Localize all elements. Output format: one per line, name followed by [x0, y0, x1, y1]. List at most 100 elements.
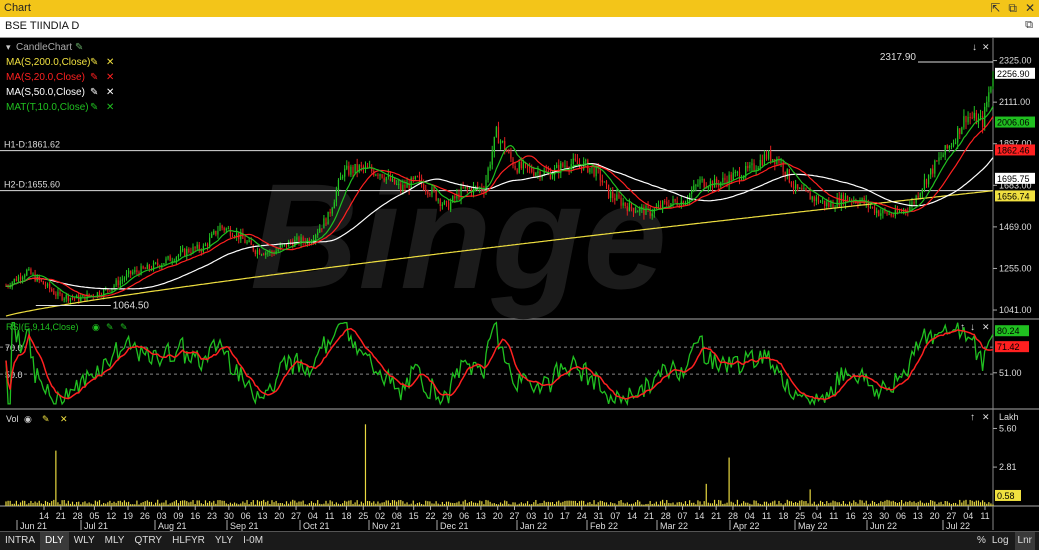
hline-label: H2-D:1655.60 [4, 180, 60, 190]
candle-body [562, 163, 564, 167]
candle-body [971, 117, 973, 119]
restore-icon[interactable]: ⇱ [990, 0, 1000, 17]
panel-move-down-icon: ↓ [972, 42, 977, 53]
candle-body [620, 197, 622, 206]
candle-body [190, 252, 192, 254]
x-day-label: 04 [812, 511, 822, 521]
x-day-label: 29 [442, 511, 452, 521]
candle-body [815, 197, 818, 202]
candle-body [491, 151, 493, 165]
candle-body [886, 211, 888, 215]
candle-body [959, 128, 961, 134]
candle-body [22, 277, 24, 280]
tf-dly[interactable]: DLY [40, 532, 69, 550]
maximize-icon[interactable]: ⧉ [1008, 0, 1017, 17]
tf-yly[interactable]: YLY [210, 532, 238, 550]
candle-body [780, 161, 782, 163]
candle-body [258, 250, 261, 255]
candle-body [119, 280, 121, 286]
candle-body [923, 179, 926, 189]
x-day-label: 13 [913, 511, 923, 521]
candle-body [763, 154, 766, 166]
candle-body [909, 206, 911, 212]
candle-body [196, 244, 198, 249]
candle-body [383, 177, 385, 181]
candle-body [19, 276, 22, 280]
vol-visibility-icon: ◉ [24, 414, 32, 424]
tf-intra[interactable]: INTRA [0, 532, 40, 550]
tf-mly[interactable]: MLY [100, 532, 130, 550]
candle-body [215, 230, 217, 235]
tf-hlfyr[interactable]: HLFYR [167, 532, 210, 550]
candle-body [117, 280, 119, 286]
candle-body [175, 257, 178, 262]
candle-body [927, 174, 930, 185]
rsi-move-down-icon: ↓ [970, 322, 975, 333]
candle-body [125, 273, 128, 279]
candle-body [184, 248, 186, 256]
x-day-label: 20 [930, 511, 940, 521]
candle-body [686, 200, 689, 203]
candle-body [344, 168, 346, 177]
candle-body [462, 187, 464, 189]
price-tag-label: 1695.75 [997, 174, 1030, 184]
candle-body [599, 168, 601, 181]
candle-body [770, 151, 772, 162]
candle-body [348, 165, 350, 175]
x-month-label: Nov 21 [372, 521, 401, 531]
candle-body [537, 171, 539, 174]
candle-body [227, 228, 229, 230]
candle-body [317, 232, 319, 235]
price-tag-label: 2006.06 [997, 118, 1030, 128]
candle-body [589, 168, 591, 173]
candle-body [142, 266, 144, 269]
candle-body [664, 201, 666, 203]
vol-tag-label: 0.58 [997, 491, 1015, 501]
candle-body [433, 187, 435, 191]
candle-body [666, 201, 668, 205]
candle-body [254, 250, 256, 255]
candle-body [873, 206, 876, 214]
candle-body [42, 281, 45, 285]
candle-body [819, 201, 822, 203]
candle-body [385, 177, 387, 181]
candle-body [209, 237, 211, 247]
tf-wly[interactable]: WLY [69, 532, 100, 550]
candle-body [244, 238, 246, 244]
volume-label: Vol [6, 414, 19, 424]
candle-body [466, 186, 468, 189]
candle-body [454, 196, 456, 199]
legend-remove-icon: ✕ [106, 87, 114, 98]
candle-body [350, 166, 352, 175]
price-tick-label: 1255.00 [999, 263, 1032, 273]
candle-body [919, 193, 921, 198]
candle-body [535, 173, 537, 176]
candle-body [747, 166, 749, 169]
candle-body [377, 174, 379, 176]
candle-body [177, 254, 180, 258]
candle-body [144, 268, 146, 270]
candle-body [246, 241, 248, 244]
high-annotation: 2317.90 [880, 52, 917, 63]
chart-area[interactable]: Binge H1-D:1861.62 H2-D:1655.60 2317.90 1064… [0, 38, 1039, 531]
x-day-label: 23 [862, 511, 872, 521]
tf-qtry[interactable]: QTRY [129, 532, 167, 550]
candle-body [468, 188, 470, 190]
candle-body [821, 200, 824, 202]
candle-body [934, 160, 936, 174]
tf-i0m[interactable]: I-0M [238, 532, 268, 550]
candle-body [163, 263, 165, 265]
candle-body [136, 270, 138, 273]
x-month-label: Jul 21 [84, 521, 108, 531]
scale-log[interactable]: Log [992, 532, 1009, 550]
candle-body [423, 183, 425, 190]
scale-linear[interactable]: Lnr [1014, 532, 1035, 550]
candle-body [593, 167, 595, 177]
legend-ma-label: MA(S,200.0,Close) [6, 57, 90, 68]
price-tick-label: 2111.00 [999, 97, 1030, 107]
x-month-label: Dec 21 [440, 521, 469, 531]
candle-body [566, 165, 568, 168]
close-icon[interactable]: ✕ [1025, 0, 1035, 17]
scale-percent[interactable]: % [977, 532, 986, 550]
popout-icon[interactable]: ⧉ [1025, 19, 1033, 32]
